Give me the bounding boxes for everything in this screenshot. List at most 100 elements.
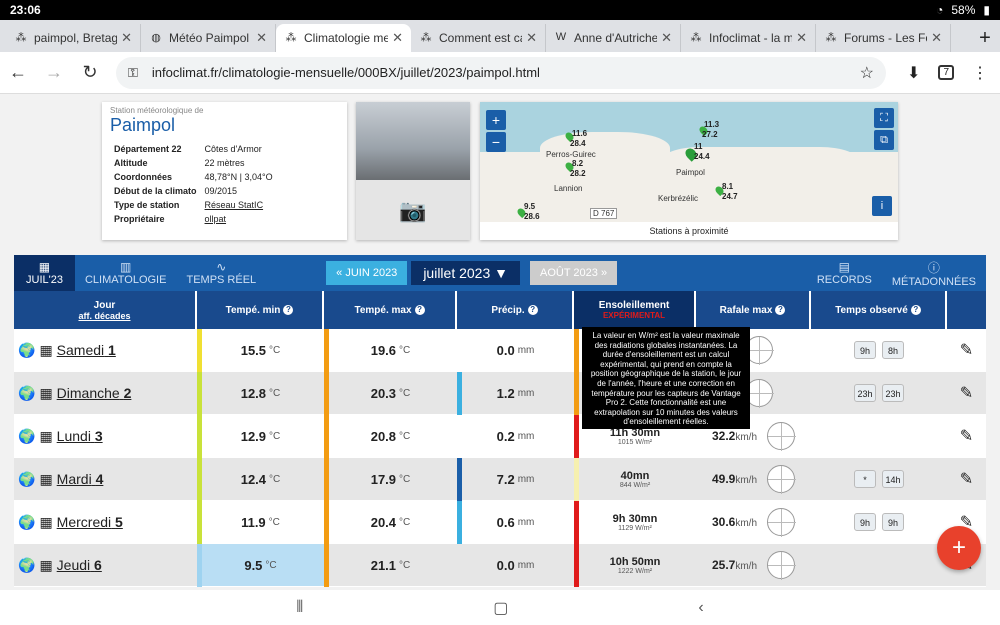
- fullscreen-icon[interactable]: ⛶: [874, 108, 894, 128]
- close-tab-icon[interactable]: ✕: [796, 30, 807, 46]
- map-temp[interactable]: 8.2: [572, 159, 583, 168]
- weather-icon[interactable]: 23h: [882, 384, 904, 402]
- edit-pencil-icon[interactable]: ✎: [960, 469, 973, 489]
- weather-cell: 9h 8h: [811, 329, 947, 371]
- weather-icon[interactable]: 9h: [854, 513, 876, 531]
- prev-month-button[interactable]: « JUIN 2023: [326, 261, 408, 285]
- tab-month[interactable]: ▦ JUIL'23: [14, 255, 75, 291]
- browser-tab[interactable]: ⁂ Climatologie mensue✕: [276, 24, 411, 52]
- day-cell: 🌍 ▦ Lundi 3: [14, 415, 197, 457]
- map-temp[interactable]: 24.7: [722, 192, 738, 201]
- tmax-value: 20.3: [370, 385, 397, 401]
- back-nav-icon[interactable]: ‹: [698, 599, 703, 617]
- day-link[interactable]: Lundi 3: [57, 428, 103, 444]
- day-link[interactable]: Samedi 1: [57, 342, 116, 358]
- sun-duration: 9h 30mn: [612, 512, 658, 525]
- close-tab-icon[interactable]: ✕: [931, 30, 942, 46]
- close-tab-icon[interactable]: ✕: [661, 30, 672, 46]
- browser-tab[interactable]: W Anne d'Autriche : po✕: [546, 24, 681, 52]
- zoom-out-button[interactable]: −: [486, 132, 506, 152]
- detail-value: 09/2015: [204, 186, 238, 196]
- month-select[interactable]: juillet 2023 ▼: [411, 261, 520, 285]
- url-field[interactable]: ⚿ infoclimat.fr/climatologie-mensuelle/0…: [116, 56, 886, 89]
- day-link[interactable]: Dimanche 2: [57, 385, 132, 401]
- map-canvas[interactable]: + − ⛶ ⧉ i Perros-Guirec Lannion Paimpol …: [480, 102, 898, 222]
- day-link[interactable]: Mercredi 5: [57, 514, 123, 530]
- edit-pencil-icon[interactable]: ✎: [960, 383, 973, 403]
- unit: °C: [399, 344, 411, 356]
- day-link[interactable]: Mardi 4: [57, 471, 104, 487]
- station-icon: 🌍: [18, 427, 36, 444]
- station-photo[interactable]: 📷: [356, 102, 470, 240]
- map-temp[interactable]: 11.3: [704, 120, 719, 129]
- weather-icon[interactable]: 23h: [854, 384, 876, 402]
- station-icon: 🌍: [18, 513, 36, 530]
- zoom-in-button[interactable]: +: [486, 110, 506, 130]
- download-icon[interactable]: ⬇: [907, 63, 920, 83]
- back-button[interactable]: ←: [0, 62, 36, 83]
- tmin-cell: 12.4 °C: [197, 458, 324, 501]
- help-icon[interactable]: ?: [414, 305, 425, 315]
- help-icon[interactable]: ?: [527, 305, 538, 315]
- layers-icon[interactable]: ⧉: [874, 130, 894, 150]
- home-icon[interactable]: ▢: [493, 598, 508, 618]
- tab-count[interactable]: 7: [938, 65, 954, 80]
- browser-tab[interactable]: ⁂ paimpol, Bretagne✕: [6, 24, 141, 52]
- forward-button[interactable]: →: [36, 62, 72, 83]
- browser-tab[interactable]: ◍ Météo Paimpol ✕: [141, 24, 276, 52]
- map-temp[interactable]: 28.4: [570, 139, 586, 148]
- map-temp[interactable]: 27.2: [702, 130, 718, 139]
- browser-tab[interactable]: ⁂ Forums - Les Forun ✕: [816, 24, 951, 52]
- table-row: 🌍 ▦ Samedi 1 15.5 °C 19.6 °C 0.0 mm 9h 8h ✎: [14, 329, 986, 372]
- stations-map[interactable]: + − ⛶ ⧉ i Perros-Guirec Lannion Paimpol …: [480, 102, 898, 240]
- day-link[interactable]: Jeudi 6: [57, 557, 102, 573]
- weather-icon[interactable]: 8h: [882, 341, 904, 359]
- browser-tab[interactable]: ⁂ Comment est calcu ✕: [411, 24, 546, 52]
- add-fab-button[interactable]: +: [937, 526, 981, 570]
- add-photo-icon[interactable]: 📷: [356, 198, 470, 224]
- sun-radiation: 1015 W/m²: [617, 438, 653, 446]
- bookmark-star-icon[interactable]: ☆: [860, 63, 874, 83]
- map-temp[interactable]: 11.6: [572, 129, 587, 138]
- sun-radiation: 1222 W/m²: [617, 567, 653, 575]
- gust-cell: 25.7km/h: [696, 544, 811, 586]
- close-tab-icon[interactable]: ✕: [121, 30, 132, 46]
- weather-icon[interactable]: *: [854, 470, 876, 488]
- climate-table: Jour aff. décades Tempé. min? Tempé. max?…: [14, 291, 986, 587]
- decades-link[interactable]: aff. décades: [78, 311, 130, 321]
- new-tab-button[interactable]: +: [970, 24, 1000, 52]
- reload-button[interactable]: ↻: [72, 62, 108, 83]
- favicon-icon: ⁂: [285, 32, 297, 44]
- tab-records[interactable]: ▤ RECORDS: [807, 260, 882, 286]
- edit-pencil-icon[interactable]: ✎: [960, 426, 973, 446]
- recent-apps-icon[interactable]: ⦀: [296, 599, 303, 617]
- map-temp[interactable]: 9.5: [524, 202, 535, 211]
- station-icon: 🌍: [18, 384, 36, 401]
- edit-pencil-icon[interactable]: ✎: [960, 340, 973, 360]
- map-temp[interactable]: 8.1: [722, 182, 733, 191]
- menu-icon[interactable]: ⋮: [972, 63, 988, 83]
- help-icon[interactable]: ?: [283, 305, 294, 315]
- map-temp[interactable]: 28.6: [524, 212, 540, 221]
- close-tab-icon[interactable]: ✕: [526, 30, 537, 46]
- detail-value[interactable]: ollpat: [201, 212, 277, 226]
- favicon-icon: ⁂: [690, 32, 702, 44]
- next-month-button[interactable]: AOÛT 2023 »: [530, 261, 618, 285]
- weather-icon[interactable]: 9h: [882, 513, 904, 531]
- map-temp[interactable]: 24.4: [694, 152, 710, 161]
- tab-temps-reel[interactable]: ∿ TEMPS RÉEL: [176, 260, 266, 286]
- close-tab-icon[interactable]: ✕: [392, 30, 403, 46]
- help-icon[interactable]: ?: [910, 305, 921, 315]
- info-icon[interactable]: i: [872, 196, 892, 216]
- detail-value[interactable]: Réseau StatIC: [201, 198, 277, 212]
- close-tab-icon[interactable]: ✕: [256, 30, 267, 46]
- tab-climatologie[interactable]: ▥ CLIMATOLOGIE: [75, 260, 177, 286]
- tab-metadonnees[interactable]: ⓘ MÉTADONNÉES: [882, 259, 986, 288]
- browser-tab[interactable]: ⁂ Infoclimat - la mété ✕: [681, 24, 816, 52]
- gust-value: 32.2: [711, 429, 736, 443]
- weather-icon[interactable]: 14h: [882, 470, 904, 488]
- help-icon[interactable]: ?: [775, 305, 786, 315]
- map-temp[interactable]: 11: [694, 142, 702, 151]
- weather-icon[interactable]: 9h: [854, 341, 876, 359]
- map-temp[interactable]: 28.2: [570, 169, 586, 178]
